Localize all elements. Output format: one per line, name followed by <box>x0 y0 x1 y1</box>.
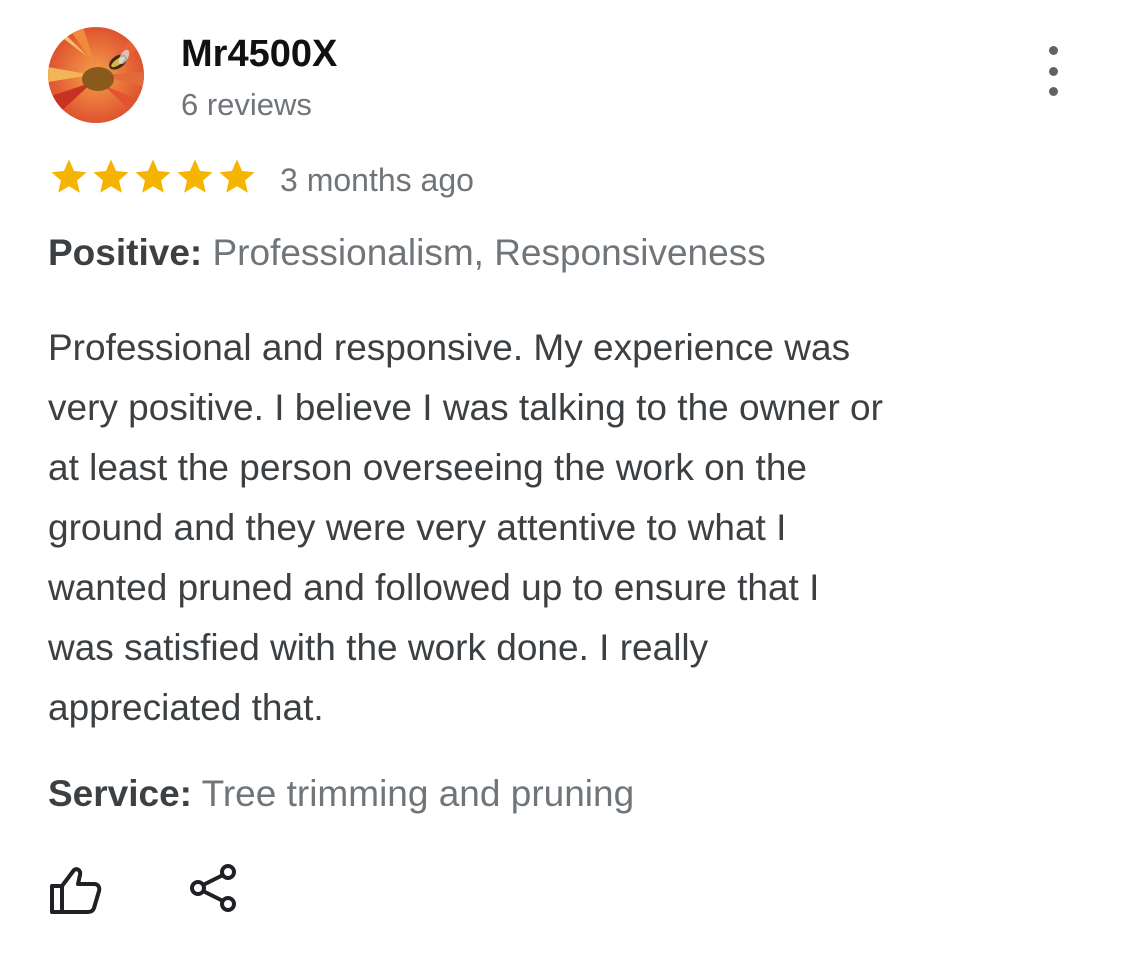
like-button[interactable] <box>46 862 102 918</box>
share-button[interactable] <box>186 862 242 918</box>
star-icon <box>219 159 255 193</box>
review-text: Professional and responsive. My experien… <box>48 318 1048 738</box>
star-icon <box>135 159 171 193</box>
star-icon <box>93 159 129 193</box>
review-text-line: was satisfied with the work done. I real… <box>48 627 709 668</box>
author-avatar[interactable] <box>48 27 144 123</box>
service-info: Service: Tree trimming and pruning <box>48 773 634 815</box>
review-date: 3 months ago <box>280 162 474 198</box>
positive-value: Professionalism, Responsiveness <box>212 232 766 273</box>
review-text-line: Professional and responsive. My experien… <box>48 327 851 368</box>
more-options-button[interactable] <box>1036 46 1070 96</box>
more-vert-icon <box>1048 46 1058 55</box>
review-text-line: ground and they were very attentive to w… <box>48 507 787 548</box>
positive-label: Positive: <box>48 232 203 273</box>
more-vert-icon-dot <box>1048 87 1058 96</box>
star-icon <box>177 159 213 193</box>
review-text-line: appreciated that. <box>48 687 324 728</box>
review-text-line: very positive. I believe I was talking t… <box>48 387 883 428</box>
service-label: Service: <box>48 773 192 814</box>
review-text-line: wanted pruned and followed up to ensure … <box>48 567 820 608</box>
author-review-count[interactable]: 6 reviews <box>181 87 312 123</box>
avatar-image <box>48 27 144 123</box>
author-name[interactable]: Mr4500X <box>181 33 337 76</box>
star-icon <box>51 159 87 193</box>
review-text-line: at least the person overseeing the work … <box>48 447 807 488</box>
more-vert-icon-dot <box>1048 66 1058 76</box>
share-icon <box>190 864 236 912</box>
service-value: Tree trimming and pruning <box>201 773 635 814</box>
thumbs-up-icon <box>50 867 102 914</box>
positive-attributes: Positive: Professionalism, Responsivenes… <box>48 232 766 274</box>
star-rating <box>48 154 258 200</box>
